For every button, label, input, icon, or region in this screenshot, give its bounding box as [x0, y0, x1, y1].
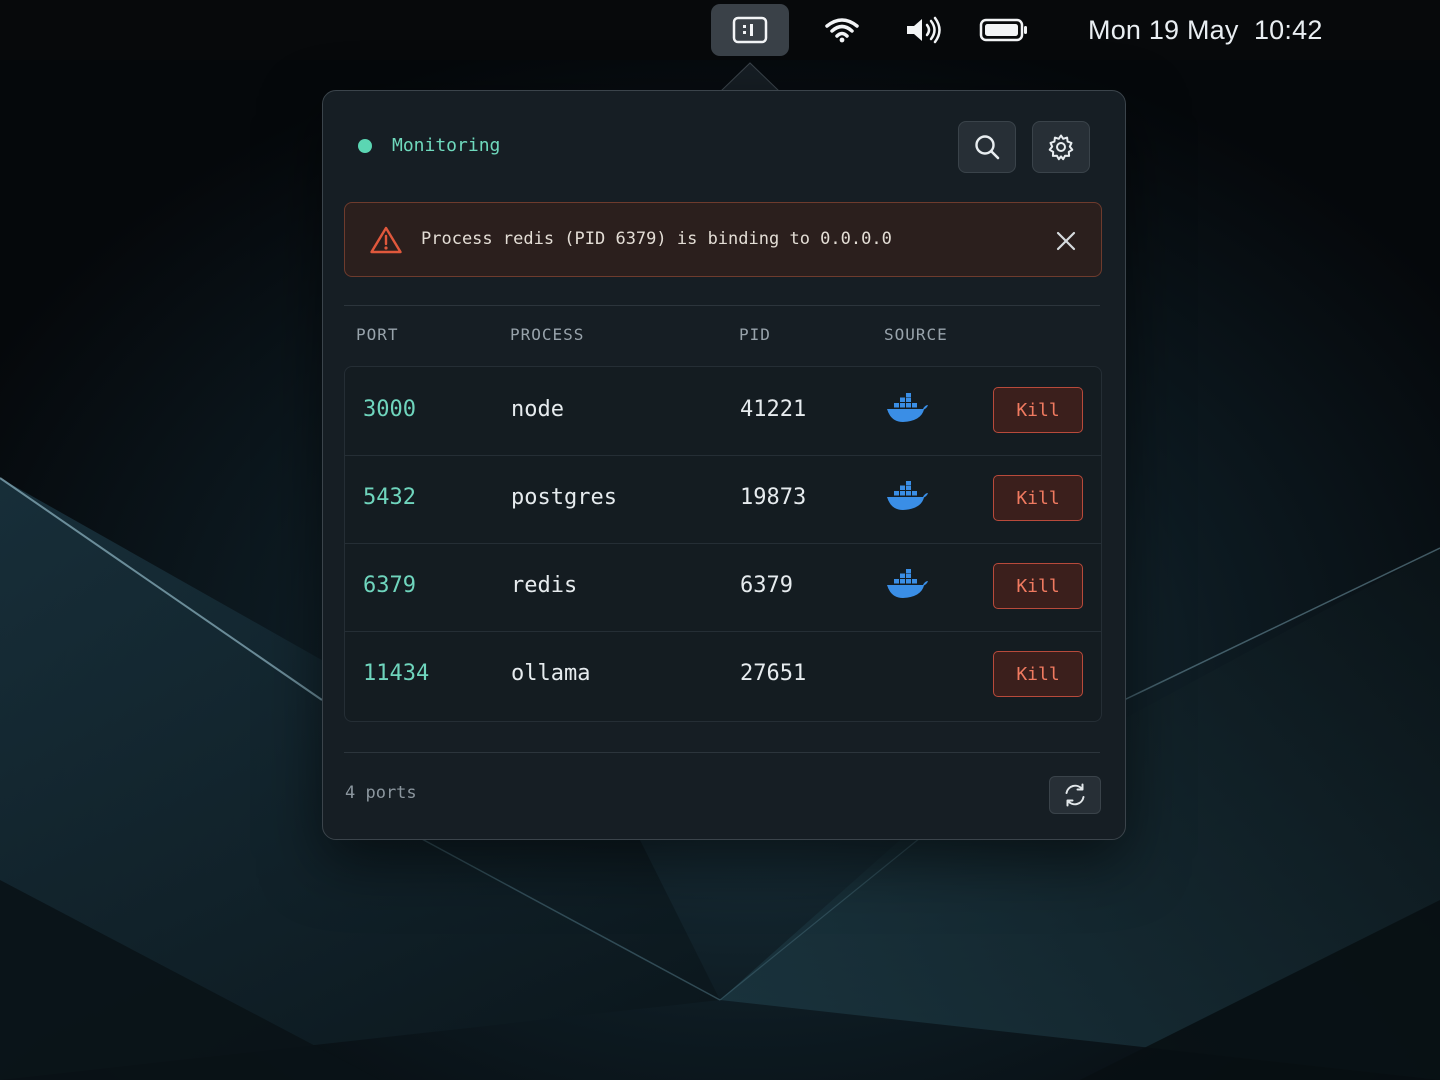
- monitoring-status: Monitoring: [358, 135, 500, 156]
- section-divider: [344, 305, 1100, 306]
- table-row: 6379 redis 6379 Kill: [345, 543, 1101, 632]
- volume-status[interactable]: [902, 0, 946, 60]
- table-row: 3000 node 41221 Kill: [345, 367, 1101, 456]
- dismiss-alert-button[interactable]: [1052, 227, 1080, 255]
- port-monitor-popover: Monitoring Process redis (PID 6379) is b…: [322, 90, 1126, 840]
- header-source: SOURCE: [884, 325, 948, 344]
- port-cell: 11434: [363, 661, 430, 686]
- warning-icon: [369, 225, 403, 259]
- process-cell: postgres: [511, 485, 617, 510]
- close-icon: [1056, 231, 1076, 251]
- refresh-button[interactable]: [1049, 776, 1101, 814]
- kill-button[interactable]: Kill: [993, 387, 1083, 433]
- status-indicator-dot: [358, 138, 372, 153]
- battery-icon: [979, 18, 1027, 42]
- gear-icon: [1048, 134, 1074, 161]
- battery-status[interactable]: [978, 0, 1030, 60]
- table-row: 5432 postgres 19873 Kill: [345, 455, 1101, 544]
- header-process: PROCESS: [510, 325, 585, 344]
- header-port: PORT: [356, 325, 399, 344]
- port-monitor-menubar-button[interactable]: [711, 4, 789, 56]
- docker-icon: [885, 393, 929, 431]
- ports-table-header: PORT PROCESS PID SOURCE: [344, 325, 1102, 355]
- pid-cell: 27651: [740, 661, 807, 686]
- kill-button[interactable]: Kill: [993, 563, 1083, 609]
- status-label: Monitoring: [392, 135, 501, 156]
- port-cell: 6379: [363, 573, 416, 598]
- docker-icon: [885, 481, 929, 519]
- alert-message: Process redis (PID 6379) is binding to 0…: [421, 229, 892, 249]
- process-cell: redis: [511, 573, 578, 598]
- wifi-icon: [825, 18, 859, 43]
- search-icon: [975, 135, 1000, 160]
- menu-bar: Mon 19 May 10:42: [0, 0, 1440, 60]
- menubar-clock[interactable]: Mon 19 May 10:42: [1088, 12, 1323, 48]
- pid-cell: 41221: [740, 397, 807, 422]
- port-count: 4 ports: [345, 783, 417, 803]
- process-cell: node: [511, 397, 564, 422]
- refresh-icon: [1065, 783, 1085, 807]
- footer-divider: [344, 752, 1100, 753]
- process-cell: ollama: [511, 661, 591, 686]
- volume-icon: [907, 16, 941, 44]
- settings-button[interactable]: [1032, 121, 1090, 173]
- pid-cell: 6379: [740, 573, 793, 598]
- kill-button[interactable]: Kill: [993, 475, 1083, 521]
- table-row: 11434 ollama 27651 Kill: [345, 631, 1101, 719]
- popover-caret: [720, 62, 780, 94]
- kill-button[interactable]: Kill: [993, 651, 1083, 697]
- ports-table: 3000 node 41221 Kill 5432 postgres 19873…: [344, 366, 1102, 722]
- port-cell: 5432: [363, 485, 416, 510]
- security-alert-banner: Process redis (PID 6379) is binding to 0…: [344, 202, 1102, 277]
- wifi-status[interactable]: [822, 0, 862, 60]
- docker-icon: [885, 569, 929, 607]
- pid-cell: 19873: [740, 485, 807, 510]
- port-cell: 3000: [363, 397, 416, 422]
- header-pid: PID: [739, 325, 771, 344]
- search-button[interactable]: [958, 121, 1016, 173]
- port-monitor-icon: [732, 16, 768, 44]
